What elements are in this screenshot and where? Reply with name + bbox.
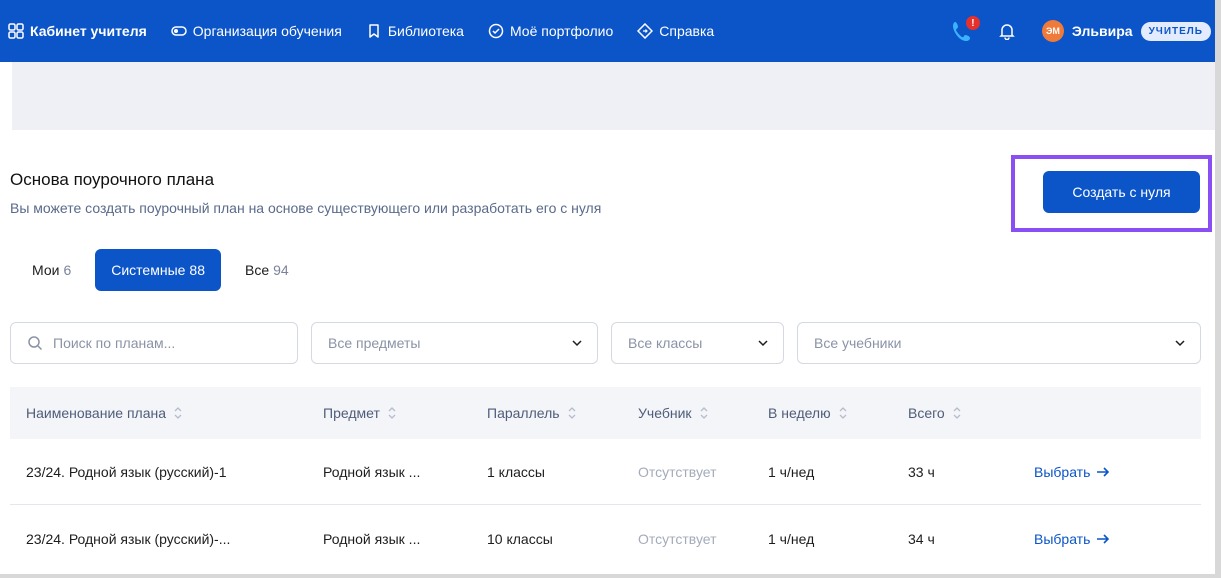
user-area: ! ЭМ Эльвира УЧИТЕЛЬ [950,0,1215,62]
cell-grade: 10 классы [487,531,553,547]
chevron-down-icon [1175,340,1185,347]
textbook-select-value: Все учебники [814,335,902,351]
grade-select-value: Все классы [628,335,703,351]
diamond-arrow-icon [637,23,654,39]
search-input[interactable]: Поиск по планам... [10,322,298,364]
table-row: 23/24. Родной язык (русский)-1 Родной яз… [10,439,1201,505]
nav-portfolio-label: Моё портфолио [509,23,614,39]
sort-icon [839,407,847,419]
plan-tabs: Мои 6 Системные 88 Все 94 [16,249,305,291]
nav-help-label: Справка [659,23,715,39]
nav-help[interactable]: Справка [637,23,714,39]
column-label: Учебник [638,405,692,421]
arrow-right-icon [1097,534,1110,544]
app-window: Кабинет учителя Организация обучения Биб… [0,0,1221,578]
column-label: Предмет [323,405,380,421]
page-title: Основа поурочного плана [10,170,215,189]
nav-library-label: Библиотека [387,23,464,39]
nav-teacher-cabinet[interactable]: Кабинет учителя [8,23,147,39]
textbook-select[interactable]: Все учебники [797,322,1201,364]
column-label: Всего [908,405,945,421]
bookmark-icon [369,24,379,38]
select-link[interactable]: Выбрать [1034,439,1110,505]
column-total[interactable]: Всего [908,387,961,439]
sort-icon [700,407,707,419]
chevron-down-icon [758,340,768,347]
create-from-scratch-button[interactable]: Создать с нуля [1043,171,1200,213]
top-navigation: Кабинет учителя Организация обучения Биб… [0,0,1215,62]
search-icon [28,336,43,351]
username[interactable]: Эльвира [1072,23,1133,39]
column-name[interactable]: Наименование плана [26,387,182,439]
tab-system-label: Системные [111,262,186,278]
nav-organization[interactable]: Организация обучения [171,23,342,39]
subject-select[interactable]: Все предметы [311,322,598,364]
table-header: Наименование плана Предмет Параллель Уче… [10,387,1201,439]
cell-per-week: 1 ч/нед [768,464,815,480]
select-link-label: Выбрать [1034,531,1091,547]
subject-select-value: Все предметы [328,335,421,351]
bell-icon[interactable] [998,22,1016,40]
brand-label: Кабинет учителя [30,23,147,39]
column-label: В неделю [768,405,831,421]
notification-dot: ! [965,16,980,30]
cell-grade: 1 классы [487,464,545,480]
nav-organization-label: Организация обучения [192,23,342,39]
page-banner [12,62,1215,130]
page-subtitle: Вы можете создать поурочный план на осно… [10,200,602,216]
column-label: Параллель [487,405,560,421]
support-call-button[interactable]: ! [950,16,980,44]
cell-name: 23/24. Родной язык (русский)-1 [26,464,227,480]
tab-system[interactable]: Системные 88 [95,249,221,291]
column-per-week[interactable]: В неделю [768,387,847,439]
chevron-down-icon [572,340,582,347]
toggle-icon [171,26,187,36]
select-link[interactable]: Выбрать [1034,506,1110,572]
sort-icon [568,407,576,419]
table-row: 23/24. Родной язык (русский)-... Родной … [10,506,1201,572]
check-circle-icon [488,23,504,39]
tab-all-count: 94 [273,262,289,278]
nav-portfolio[interactable]: Моё портфолио [488,23,613,39]
column-textbook[interactable]: Учебник [638,387,708,439]
nav-library[interactable]: Библиотека [366,23,464,39]
search-placeholder: Поиск по планам... [53,335,176,351]
arrow-right-icon [1097,467,1110,477]
tab-my-label: Мои [32,262,60,278]
tab-my-count: 6 [63,262,72,278]
cell-subject: Родной язык ... [323,531,421,547]
column-label: Наименование плана [26,405,166,421]
sort-icon [953,407,961,419]
tab-all[interactable]: Все 94 [229,249,305,291]
grid-icon [8,23,24,39]
column-grade[interactable]: Параллель [487,387,576,439]
cell-total: 33 ч [908,464,935,480]
cell-per-week: 1 ч/нед [768,531,815,547]
cell-name: 23/24. Родной язык (русский)-... [26,531,231,547]
sort-icon [388,407,396,419]
sort-icon [174,407,182,419]
role-badge: УЧИТЕЛЬ [1140,21,1211,41]
cell-subject: Родной язык ... [323,464,421,480]
avatar[interactable]: ЭМ [1041,20,1064,42]
cell-textbook: Отсутствует [638,531,717,547]
tab-my[interactable]: Мои 6 [16,249,87,291]
grade-select[interactable]: Все классы [611,322,784,364]
tab-all-label: Все [245,262,270,278]
select-link-label: Выбрать [1034,464,1091,480]
tab-system-count: 88 [189,262,205,278]
cell-total: 34 ч [908,531,935,547]
column-subject[interactable]: Предмет [323,387,396,439]
cell-textbook: Отсутствует [638,464,717,480]
